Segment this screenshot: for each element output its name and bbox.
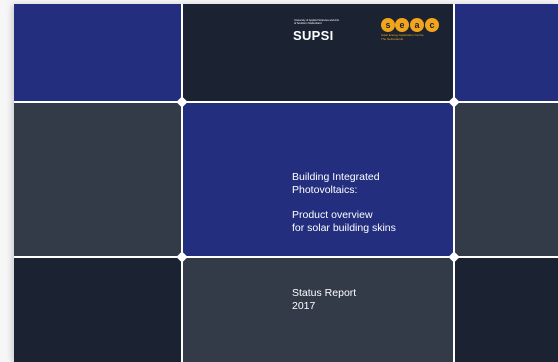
seac-logo-caption: Solar Energy Application Centre The Neth… bbox=[381, 33, 445, 41]
report-subtitle: Product overview for solar building skin… bbox=[292, 209, 442, 235]
title-line: Photovoltaics: bbox=[292, 184, 358, 196]
cover-tile bbox=[14, 258, 181, 362]
seac-letter: s bbox=[381, 18, 395, 32]
report-status: Status Report 2017 bbox=[292, 287, 422, 313]
seac-letter: e bbox=[395, 18, 409, 32]
seac-logo: s e a c bbox=[381, 18, 441, 34]
title-line: Building Integrated bbox=[292, 171, 380, 183]
seac-caption-line: The Netherlands bbox=[381, 36, 404, 41]
subtitle-line: for solar building skins bbox=[292, 222, 396, 234]
supsi-logo-caption: University of Applied Sciences and Arts … bbox=[294, 19, 364, 25]
seac-letter: c bbox=[425, 18, 439, 32]
supsi-caption-line: of Southern Switzerland bbox=[294, 22, 322, 26]
seac-letter: a bbox=[410, 18, 424, 32]
cover-tile bbox=[455, 103, 558, 256]
status-line: Status Report bbox=[292, 287, 357, 299]
cover-tile bbox=[455, 258, 558, 362]
report-cover bbox=[14, 4, 558, 362]
supsi-logo: SUPSI bbox=[293, 28, 334, 43]
subtitle-line: Product overview bbox=[292, 209, 373, 221]
cover-tile bbox=[14, 103, 181, 256]
status-year: 2017 bbox=[292, 300, 316, 312]
report-title: Building Integrated Photovoltaics: bbox=[292, 171, 432, 197]
cover-tile bbox=[455, 4, 558, 101]
cover-tile bbox=[14, 4, 181, 101]
